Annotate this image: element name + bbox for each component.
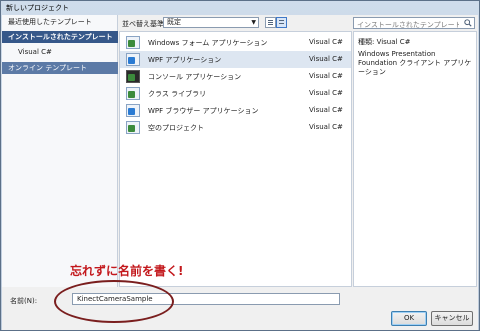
sort-dropdown[interactable]: 既定 ▼ — [163, 17, 259, 28]
chevron-down-icon: ▼ — [251, 19, 256, 26]
list-view-icon[interactable] — [265, 17, 276, 28]
wpf-app-icon — [126, 53, 140, 66]
search-icon[interactable] — [464, 19, 472, 27]
template-name: クラス ライブラリ — [148, 90, 207, 98]
template-name: WPF ブラウザー アプリケーション — [148, 107, 259, 115]
name-label: 名前(N): — [10, 297, 38, 305]
template-row[interactable]: クラス ライブラリ Visual C# — [120, 85, 351, 102]
template-nav: 最近使用したテンプレート インストールされたテンプレート Visual C# オ… — [2, 15, 118, 287]
empty-project-icon — [126, 121, 140, 134]
dialog-body: 最近使用したテンプレート インストールされたテンプレート Visual C# オ… — [2, 15, 478, 330]
description-text: Windows Presentation Foundation クライアント ア… — [358, 50, 472, 76]
winforms-icon — [126, 36, 140, 49]
console-app-icon — [126, 70, 140, 83]
ok-button[interactable]: OK — [391, 311, 427, 326]
template-language: Visual C# — [309, 123, 343, 131]
nav-online-templates[interactable]: オンライン テンプレート — [2, 62, 118, 74]
template-language: Visual C# — [309, 89, 343, 97]
nav-installed-templates[interactable]: インストールされたテンプレート — [2, 31, 118, 43]
nav-visual-csharp[interactable]: Visual C# — [2, 46, 118, 58]
template-search-input[interactable]: インストールされたテンプレート の検索 — [353, 17, 475, 29]
template-row[interactable]: コンソール アプリケーション Visual C# — [120, 68, 351, 85]
template-row-selected[interactable]: WPF アプリケーション Visual C# — [120, 51, 351, 68]
sort-label: 並べ替え基準: — [122, 20, 167, 28]
new-project-dialog: 新しいプロジェクト 最近使用したテンプレート インストールされたテンプレート V… — [0, 0, 480, 331]
template-language: Visual C# — [309, 38, 343, 46]
annotation-text: 忘れずに名前を書く! — [70, 264, 184, 278]
template-language: Visual C# — [309, 106, 343, 114]
template-list: Windows フォーム アプリケーション Visual C# WPF アプリケ… — [119, 31, 352, 287]
template-name: 空のプロジェクト — [148, 124, 204, 132]
sort-value: 既定 — [167, 18, 181, 26]
window-title: 新しいプロジェクト — [6, 4, 69, 12]
title-bar[interactable]: 新しいプロジェクト — [1, 1, 479, 15]
detail-view-icon[interactable] — [276, 17, 287, 28]
nav-recent-templates[interactable]: 最近使用したテンプレート — [2, 16, 118, 28]
search-placeholder: インストールされたテンプレート の検索 — [357, 21, 459, 29]
template-row[interactable]: WPF ブラウザー アプリケーション Visual C# — [120, 102, 351, 119]
annotation-ellipse — [54, 280, 174, 323]
wpf-browser-icon — [126, 104, 140, 117]
template-language: Visual C# — [309, 55, 343, 63]
template-name: WPF アプリケーション — [148, 56, 222, 64]
template-description: 種類: Visual C# Windows Presentation Found… — [353, 31, 477, 287]
class-library-icon — [126, 87, 140, 100]
template-row[interactable]: 空のプロジェクト Visual C# — [120, 119, 351, 136]
cancel-button[interactable]: キャンセル — [431, 311, 473, 326]
template-name: コンソール アプリケーション — [148, 73, 242, 81]
template-language: Visual C# — [309, 72, 343, 80]
template-name: Windows フォーム アプリケーション — [148, 39, 268, 47]
description-type: 種類: Visual C# — [358, 38, 411, 46]
template-row[interactable]: Windows フォーム アプリケーション Visual C# — [120, 34, 351, 51]
